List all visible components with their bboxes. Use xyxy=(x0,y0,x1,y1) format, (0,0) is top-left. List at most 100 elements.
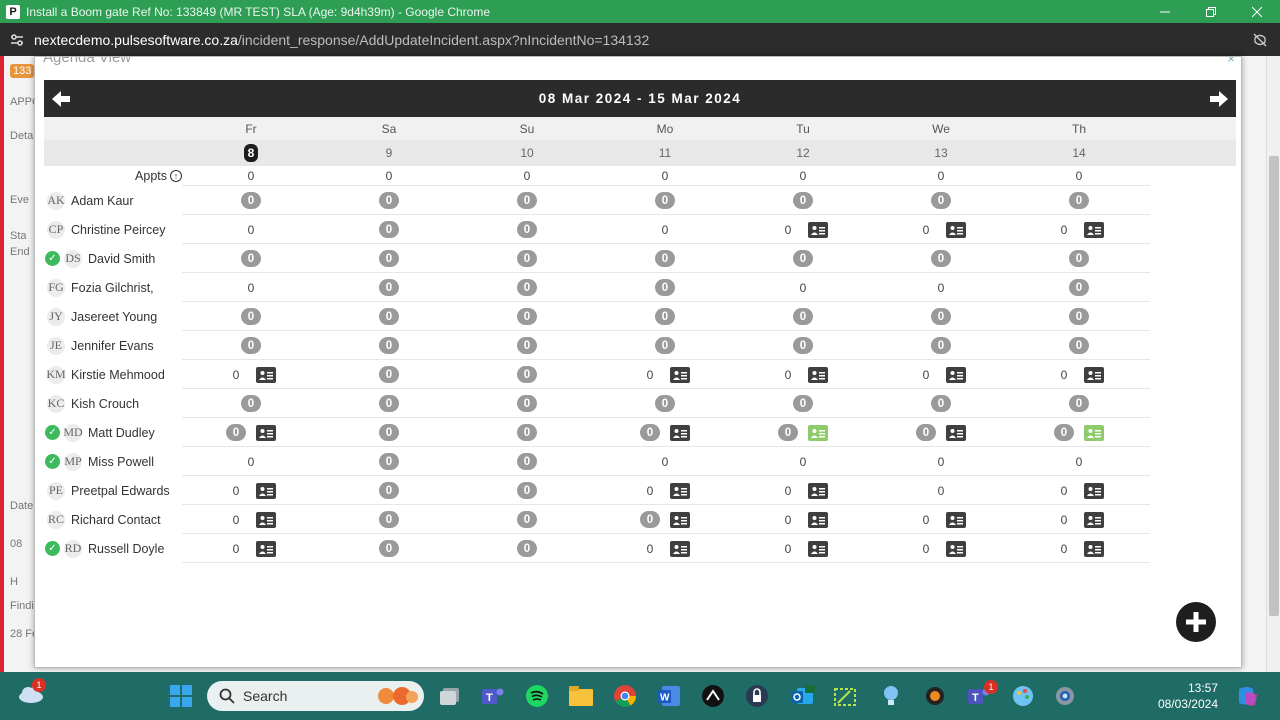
staff-label[interactable]: CP Christine Peircey xyxy=(44,215,182,244)
close-window-button[interactable] xyxy=(1234,0,1280,23)
day-cell[interactable]: 0 xyxy=(655,244,675,273)
date-label[interactable]: 9 xyxy=(359,146,419,160)
day-cell[interactable]: 0 xyxy=(517,273,537,302)
staff-label[interactable]: FG Fozia Gilchrist, xyxy=(44,273,182,302)
day-cell[interactable]: 0 xyxy=(931,331,951,360)
paint-button[interactable] xyxy=(1010,684,1036,708)
day-cell[interactable]: 0 xyxy=(640,360,690,389)
tracking-protection-icon[interactable] xyxy=(1240,32,1280,48)
arrow-up-circle-icon[interactable]: ↑ xyxy=(170,170,182,182)
day-cell[interactable]: 0 xyxy=(241,273,261,302)
contact-card-icon[interactable] xyxy=(670,366,690,383)
minimize-button[interactable] xyxy=(1142,0,1188,23)
date-label[interactable]: 14 xyxy=(1049,146,1109,160)
contact-card-icon[interactable] xyxy=(1084,221,1104,238)
day-cell[interactable]: 0 xyxy=(778,534,828,563)
contact-card-icon[interactable] xyxy=(1084,482,1104,499)
contact-card-icon[interactable] xyxy=(256,511,276,528)
day-cell[interactable]: 0 xyxy=(931,447,951,476)
day-cell[interactable]: 0 xyxy=(226,476,276,505)
file-explorer-button[interactable] xyxy=(568,684,594,708)
day-cell[interactable]: 0 xyxy=(517,534,537,563)
contact-card-icon[interactable] xyxy=(946,540,966,557)
outlook-button[interactable] xyxy=(790,684,816,708)
contact-card-icon[interactable] xyxy=(256,540,276,557)
date-label[interactable]: 13 xyxy=(911,146,971,160)
add-appointment-button[interactable] xyxy=(1176,602,1216,642)
day-cell[interactable]: 0 xyxy=(793,331,813,360)
vpn-button[interactable] xyxy=(744,684,770,708)
day-cell[interactable]: 0 xyxy=(640,534,690,563)
day-cell[interactable]: 0 xyxy=(640,418,690,447)
day-cell[interactable]: 0 xyxy=(517,360,537,389)
day-cell[interactable]: 0 xyxy=(793,302,813,331)
previous-week-button[interactable] xyxy=(44,80,78,117)
address-bar[interactable]: nextecdemo.pulsesoftware.co.za/incident_… xyxy=(0,23,1280,56)
contact-card-icon[interactable] xyxy=(946,511,966,528)
day-cell[interactable]: 0 xyxy=(931,302,951,331)
date-label[interactable]: 12 xyxy=(773,146,833,160)
day-cell[interactable]: 0 xyxy=(1054,215,1104,244)
day-cell[interactable]: 0 xyxy=(655,273,675,302)
copilot-button[interactable] xyxy=(1234,684,1260,708)
day-cell[interactable]: 0 xyxy=(931,273,951,302)
contact-card-icon[interactable] xyxy=(946,366,966,383)
next-week-button[interactable] xyxy=(1202,80,1236,117)
day-cell[interactable]: 0 xyxy=(640,505,690,534)
contact-card-icon[interactable] xyxy=(1084,540,1104,557)
taskbar-clock[interactable]: 13:57 08/03/2024 xyxy=(1158,680,1218,712)
day-cell[interactable]: 0 xyxy=(1054,505,1104,534)
day-cell[interactable]: 0 xyxy=(1069,186,1089,215)
date-label[interactable]: 10 xyxy=(497,146,557,160)
staff-label[interactable]: ✓ MD Matt Dudley xyxy=(44,418,182,447)
start-button[interactable] xyxy=(168,684,194,708)
contact-card-icon[interactable] xyxy=(808,540,828,557)
contact-card-icon[interactable] xyxy=(808,424,828,441)
day-cell[interactable]: 0 xyxy=(226,534,276,563)
day-cell[interactable]: 0 xyxy=(778,505,828,534)
day-cell[interactable]: 0 xyxy=(1069,244,1089,273)
contact-card-icon[interactable] xyxy=(1084,424,1104,441)
weather-widget[interactable]: 1 xyxy=(18,678,46,709)
day-cell[interactable]: 0 xyxy=(517,331,537,360)
day-cell[interactable]: 0 xyxy=(778,476,828,505)
spotify-button[interactable] xyxy=(524,684,550,708)
word-button[interactable]: W xyxy=(656,684,682,708)
teams-new-button[interactable]: T1 xyxy=(966,680,998,708)
day-cell[interactable]: 0 xyxy=(379,534,399,563)
restore-button[interactable] xyxy=(1188,0,1234,23)
day-cell[interactable]: 0 xyxy=(1069,302,1089,331)
day-cell[interactable]: 0 xyxy=(655,302,675,331)
day-cell[interactable]: 0 xyxy=(931,476,951,505)
day-cell[interactable]: 0 xyxy=(793,273,813,302)
teams-button[interactable]: T xyxy=(480,684,506,708)
contact-card-icon[interactable] xyxy=(808,221,828,238)
day-cell[interactable]: 0 xyxy=(916,505,966,534)
day-cell[interactable]: 0 xyxy=(1054,360,1104,389)
day-cell[interactable]: 0 xyxy=(226,418,276,447)
day-cell[interactable]: 0 xyxy=(916,215,966,244)
day-cell[interactable]: 0 xyxy=(655,447,675,476)
staff-label[interactable]: PE Preetpal Edwards xyxy=(44,476,182,505)
staff-label[interactable]: ✓ RD Russell Doyle xyxy=(44,534,182,563)
app-button[interactable] xyxy=(700,684,726,708)
day-cell[interactable]: 0 xyxy=(793,186,813,215)
staff-label[interactable]: KC Kish Crouch xyxy=(44,389,182,418)
day-cell[interactable]: 0 xyxy=(379,476,399,505)
record-app-button[interactable] xyxy=(922,684,948,708)
contact-card-icon[interactable] xyxy=(1084,511,1104,528)
day-cell[interactable]: 0 xyxy=(931,244,951,273)
day-cell[interactable]: 0 xyxy=(379,186,399,215)
day-cell[interactable]: 0 xyxy=(517,418,537,447)
day-cell[interactable]: 0 xyxy=(379,244,399,273)
day-cell[interactable]: 0 xyxy=(931,186,951,215)
day-cell[interactable]: 0 xyxy=(379,302,399,331)
contact-card-icon[interactable] xyxy=(256,482,276,499)
contact-card-icon[interactable] xyxy=(670,511,690,528)
day-cell[interactable]: 0 xyxy=(655,389,675,418)
day-cell[interactable]: 0 xyxy=(379,331,399,360)
day-cell[interactable]: 0 xyxy=(655,331,675,360)
contact-card-icon[interactable] xyxy=(808,511,828,528)
day-cell[interactable]: 0 xyxy=(517,476,537,505)
day-cell[interactable]: 0 xyxy=(226,360,276,389)
